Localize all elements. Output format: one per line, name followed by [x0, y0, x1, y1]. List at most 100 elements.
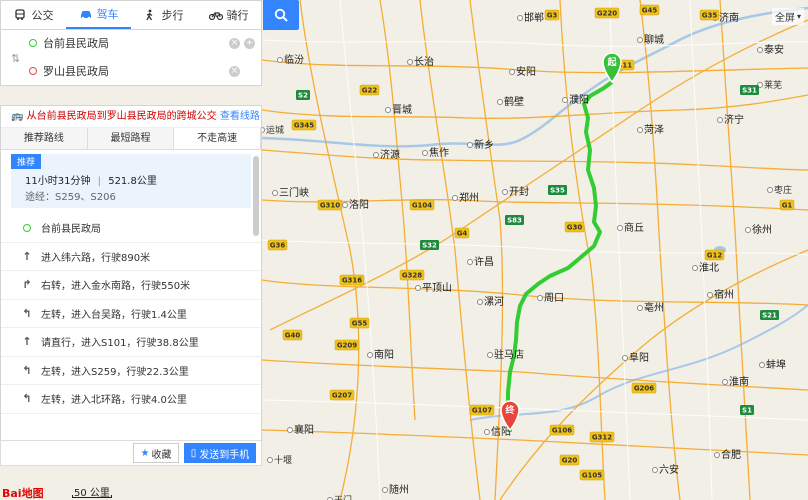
svg-text:G316: G316 [342, 277, 362, 285]
action-bar: ★ 收藏 ▯ 发送到手机 [0, 440, 262, 466]
scrollbar[interactable] [253, 156, 259, 236]
route-tab-1[interactable]: 最短路程 [87, 128, 175, 149]
svg-text:济源: 济源 [380, 148, 400, 161]
road-shield: G310 [317, 199, 343, 211]
step-text: 右转，进入金水南路，行驶550米 [41, 281, 191, 293]
clear-icon[interactable]: × [229, 65, 240, 77]
svg-text:阜阳: 阜阳 [629, 351, 649, 364]
svg-text:驻马店: 驻马店 [494, 348, 524, 361]
svg-text:合肥: 合肥 [721, 448, 741, 461]
svg-text:G12: G12 [707, 252, 723, 260]
mode-tab-0[interactable]: 公交 [1, 1, 66, 29]
road-shield: G12 [704, 249, 725, 261]
svg-text:G40: G40 [285, 332, 301, 340]
svg-text:G209: G209 [337, 342, 357, 350]
straight-arrow-icon: ↑ [22, 335, 32, 349]
step-text: 左转，进入S259，行驶22.3公里 [41, 366, 189, 378]
route-step[interactable]: ↰ 左转，进入S259，行驶22.3公里 [1, 357, 261, 385]
road-shield: G316 [339, 274, 365, 286]
bus-tip: 🚌 从台前县民政局到罗山县民政局的跨城公交 查看线路 [1, 106, 261, 128]
svg-text:S2: S2 [298, 92, 308, 100]
svg-text:蚌埠: 蚌埠 [766, 358, 786, 371]
road-shield: G104 [409, 199, 435, 211]
svg-text:聊城: 聊城 [644, 33, 664, 46]
svg-text:平顶山: 平顶山 [422, 282, 452, 294]
phone-icon: ▯ [190, 447, 197, 459]
svg-text:晋城: 晋城 [392, 104, 412, 116]
route-step[interactable]: ↱ 右转，进入金水南路，行驶550米 [1, 271, 261, 300]
bus-icon [14, 9, 28, 21]
road-shield: S21 [760, 310, 779, 320]
fullscreen-button[interactable]: 全屏 ▾ [772, 8, 805, 25]
route-step[interactable]: ↰ 左转，进入北环路，行驶4.0公里 [1, 385, 261, 414]
recommended-route-card[interactable]: 推荐 11小时31分钟 | 521.8公里 途经：S259、S206 [11, 154, 251, 208]
svg-text:菏泽: 菏泽 [644, 124, 664, 136]
view-bus-link[interactable]: 查看线路 [220, 111, 260, 122]
svg-text:G345: G345 [294, 122, 314, 130]
route-step[interactable]: 台前县民政局 [1, 214, 261, 243]
mode-tab-3[interactable]: 骑行 [196, 1, 261, 29]
swap-icon[interactable]: ⇅ [11, 52, 20, 65]
svg-text:周口: 周口 [544, 292, 564, 304]
add-waypoint-icon[interactable]: + [244, 37, 255, 49]
favorite-button[interactable]: ★ 收藏 [133, 443, 179, 463]
route-step[interactable]: ↑ 进入纬六路，行驶890米 [1, 243, 261, 271]
mode-label: 步行 [161, 9, 184, 22]
svg-text:临汾: 临汾 [284, 53, 304, 66]
baidu-map-logo: Bai地图 [2, 487, 44, 500]
svg-text:S83: S83 [507, 217, 522, 225]
start-dot-icon [23, 223, 31, 232]
svg-text:G310: G310 [320, 202, 340, 210]
bike-icon [208, 9, 223, 21]
route-panel: 公交 驾车 步行 骑行 ⇅ 台前县民政局 × + 罗山县民政局 × 🚌 从台前县民政局… [0, 0, 299, 500]
search-button[interactable] [263, 0, 299, 30]
svg-text:G30: G30 [567, 224, 583, 232]
mode-tab-2[interactable]: 步行 [131, 1, 196, 29]
svg-text:G328: G328 [402, 272, 422, 280]
mode-label: 公交 [31, 9, 54, 22]
road-shield: G55 [349, 317, 370, 329]
svg-text:G105: G105 [582, 472, 602, 480]
car-icon [79, 8, 93, 20]
clear-icon[interactable]: × [229, 37, 240, 49]
svg-text:开封: 开封 [509, 185, 529, 198]
svg-text:G20: G20 [562, 457, 578, 465]
start-input[interactable]: 台前县民政局 × + [29, 30, 255, 56]
straight-arrow-icon: ↑ [22, 249, 32, 263]
svg-text:G45: G45 [642, 7, 658, 15]
recommend-badge: 推荐 [11, 154, 42, 169]
svg-text:G206: G206 [634, 385, 654, 393]
svg-text:邯郸: 邯郸 [524, 11, 544, 24]
road-shield: G3 [544, 9, 560, 21]
turn-left-icon: ↰ [22, 306, 32, 320]
step-text: 请直行，进入S101，行驶38.8公里 [41, 338, 199, 350]
road-shield: G36 [267, 239, 288, 251]
svg-text:G4: G4 [457, 230, 468, 238]
svg-text:G220: G220 [597, 10, 617, 18]
road-shield: G30 [564, 221, 585, 233]
route-option-tabs: 推荐路线 最短路程 不走高速 [1, 128, 261, 150]
step-text: 进入纬六路，行驶890米 [41, 252, 151, 264]
mode-tab-1[interactable]: 驾车 [66, 1, 131, 29]
svg-text:许昌: 许昌 [474, 256, 494, 268]
route-step[interactable]: ↰ 左转，进入台吴路，行驶1.4公里 [1, 300, 261, 328]
route-step[interactable]: ↑ 请直行，进入S101，行驶38.8公里 [1, 328, 261, 357]
road-shield: G220 [594, 7, 620, 19]
svg-text:G207: G207 [332, 392, 352, 400]
step-text: 左转，进入北环路，行驶4.0公里 [41, 395, 187, 407]
svg-text:G3: G3 [547, 12, 558, 20]
road-shield: G35 [699, 9, 720, 21]
turn-left-icon: ↰ [22, 392, 32, 406]
svg-text:S32: S32 [422, 242, 437, 250]
route-tab-0[interactable]: 推荐路线 [1, 128, 88, 149]
route-summary: 11小时31分钟 | 521.8公里 [25, 176, 157, 187]
chevron-down-icon: ▾ [797, 12, 802, 21]
scale-bar [72, 495, 112, 498]
road-shield: G107 [469, 404, 495, 416]
svg-text:宿州: 宿州 [714, 288, 734, 301]
send-to-phone-button[interactable]: ▯ 发送到手机 [184, 443, 256, 463]
end-dot-icon [29, 67, 37, 75]
route-tab-2[interactable]: 不走高速 [174, 128, 261, 149]
end-input[interactable]: 罗山县民政局 × [29, 58, 255, 84]
road-shield: G4 [454, 227, 470, 239]
